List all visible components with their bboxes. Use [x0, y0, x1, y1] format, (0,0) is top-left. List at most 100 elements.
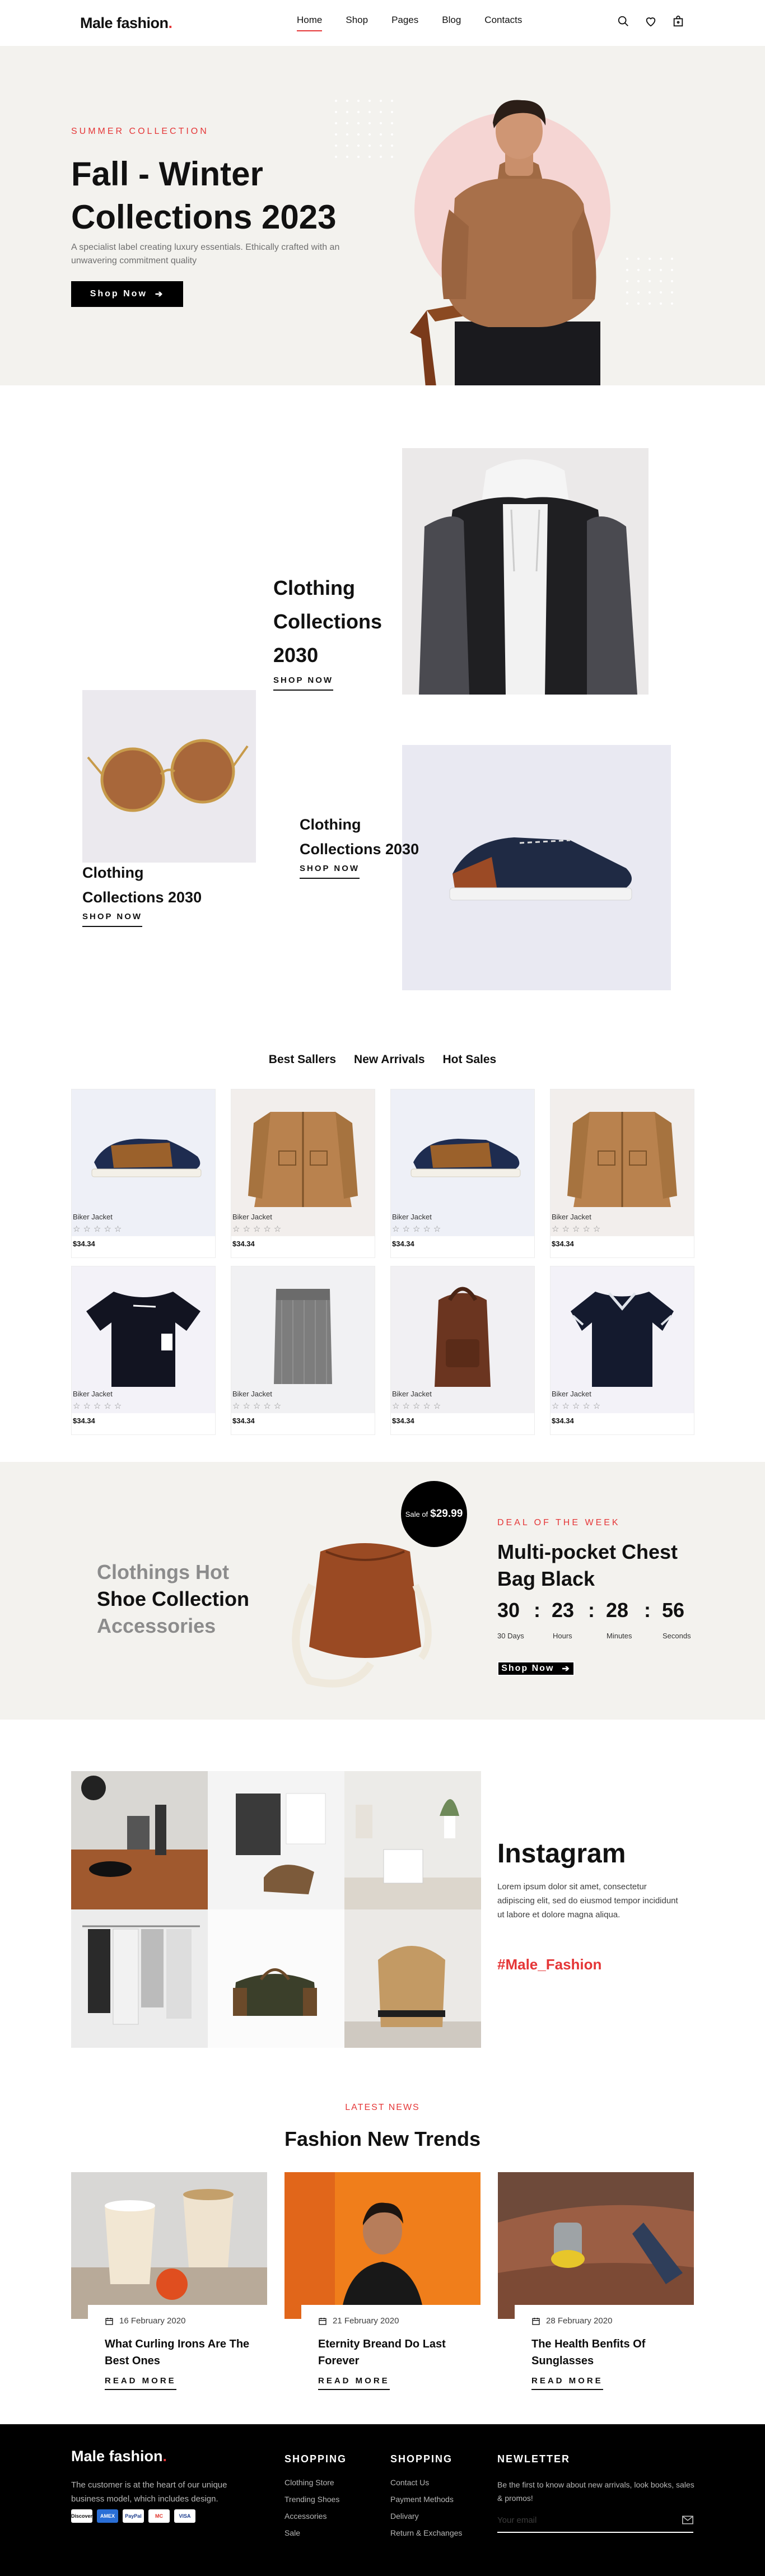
footer-link[interactable]: Sale: [284, 2524, 347, 2541]
discover-icon: Discover: [71, 2509, 92, 2523]
product-card[interactable]: Biker Jacket ☆☆☆☆☆ $34.34: [71, 1089, 216, 1258]
paypal-icon: PayPal: [123, 2509, 144, 2523]
product-card[interactable]: Biker Jacket ☆☆☆☆☆ $34.34: [231, 1089, 375, 1258]
news-card: 16 February 2020 What Curling Irons Are …: [71, 2172, 267, 2402]
footer-link[interactable]: Clothing Store: [284, 2474, 347, 2491]
instagram-photo[interactable]: [208, 1909, 344, 2048]
footer-about: The customer is at the heart of our uniq…: [71, 2480, 227, 2504]
category-shoes[interactable]: Shoe Collection: [97, 1586, 249, 1613]
newsletter-email-field[interactable]: Your email: [497, 2508, 693, 2533]
product-name[interactable]: Biker Jacket: [392, 1213, 432, 1221]
product-card[interactable]: Biker Jacket ☆☆☆☆☆ $34.34: [231, 1266, 375, 1435]
search-icon[interactable]: [617, 15, 629, 27]
heart-icon[interactable]: [645, 15, 657, 27]
banner-sneaker-image: [402, 745, 671, 990]
read-more-link[interactable]: READ MORE: [318, 2376, 390, 2390]
footer-link[interactable]: Payment Methods: [390, 2491, 462, 2508]
news-date: 28 February 2020: [531, 2316, 677, 2326]
nav-pages[interactable]: Pages: [391, 15, 418, 31]
nav-home[interactable]: Home: [297, 15, 323, 31]
product-card[interactable]: Biker Jacket ☆☆☆☆☆ $34.34: [390, 1266, 535, 1435]
banner-3-shop-now-link[interactable]: SHOP NOW: [300, 864, 360, 879]
footer-link[interactable]: Delivary: [390, 2508, 462, 2524]
product-name[interactable]: Biker Jacket: [232, 1213, 272, 1221]
product-name[interactable]: Biker Jacket: [73, 1213, 113, 1221]
tab-new-arrivals[interactable]: New Arrivals: [354, 1053, 425, 1066]
mastercard-icon: MC: [148, 2509, 170, 2523]
deal-title: Multi-pocket Chest Bag Black: [497, 1540, 678, 1590]
instagram-description: Lorem ipsum dolor sit amet, consectetur …: [497, 1882, 678, 1920]
sale-price: $29.99: [430, 1508, 463, 1520]
rating-stars: ☆☆☆☆☆: [232, 1401, 284, 1411]
nav-shop[interactable]: Shop: [346, 15, 368, 31]
calendar-icon: [319, 2317, 326, 2325]
news-image[interactable]: [498, 2172, 694, 2319]
product-name[interactable]: Biker Jacket: [552, 1213, 591, 1221]
category-accessories[interactable]: Accessories: [97, 1613, 249, 1639]
instagram-photo[interactable]: [71, 1909, 208, 2048]
instagram-photo[interactable]: [71, 1771, 208, 1909]
arrow-right-icon: ➔: [155, 290, 165, 299]
news-card: 28 February 2020 The Health Benfits Of S…: [498, 2172, 694, 2402]
banner-2-shop-now-link[interactable]: SHOP NOW: [82, 912, 143, 927]
news-image[interactable]: [71, 2172, 267, 2319]
footer-link[interactable]: Contact Us: [390, 2474, 462, 2491]
product-filter-tabs: Best Sallers New Arrivals Hot Sales: [0, 1053, 765, 1066]
hero-title: Fall - Winter Collections 2023: [71, 155, 337, 236]
product-name[interactable]: Biker Jacket: [73, 1390, 113, 1398]
tab-best-sellers[interactable]: Best Sallers: [269, 1053, 336, 1066]
banner-jacket-image: [402, 448, 649, 695]
product-card[interactable]: Biker Jacket ☆☆☆☆☆ $34.34: [550, 1266, 694, 1435]
rating-stars: ☆☆☆☆☆: [73, 1224, 125, 1234]
product-card[interactable]: Biker Jacket ☆☆☆☆☆ $34.34: [390, 1089, 535, 1258]
footer-link[interactable]: Trending Shoes: [284, 2491, 347, 2508]
newsletter-description: Be the first to know about new arrivals,…: [497, 2480, 694, 2503]
instagram-hashtag[interactable]: #Male_Fashion: [497, 1956, 601, 1973]
news-image[interactable]: [284, 2172, 481, 2319]
news-date: 16 February 2020: [105, 2316, 250, 2326]
instagram-photo[interactable]: [344, 1771, 481, 1909]
news-headline[interactable]: The Health Benfits Of Sunglasses: [531, 2336, 677, 2369]
product-name[interactable]: Biker Jacket: [552, 1390, 591, 1398]
news-info: 28 February 2020 The Health Benfits Of S…: [515, 2305, 694, 2400]
instagram-photo[interactable]: [344, 1909, 481, 2048]
news-headline[interactable]: What Curling Irons Are The Best Ones: [105, 2336, 250, 2369]
visa-icon: VISA: [174, 2509, 195, 2523]
product-name[interactable]: Biker Jacket: [392, 1390, 432, 1398]
deal-shop-now-label: Shop Now: [501, 1664, 554, 1673]
site-logo[interactable]: Male fashion.: [80, 15, 172, 32]
product-card[interactable]: Biker Jacket ☆☆☆☆☆ $34.34: [550, 1089, 694, 1258]
footer-logo[interactable]: Male fashion.: [71, 2448, 167, 2465]
product-price: $34.34: [392, 1417, 414, 1425]
read-more-link[interactable]: READ MORE: [105, 2376, 176, 2390]
banner-1-title: Clothing Collections 2030: [273, 576, 382, 667]
footer-link[interactable]: Accessories: [284, 2508, 347, 2524]
product-card[interactable]: Biker Jacket ☆☆☆☆☆ $34.34: [71, 1266, 216, 1435]
envelope-icon[interactable]: [682, 2516, 693, 2524]
nav-contacts[interactable]: Contacts: [484, 15, 522, 31]
rating-stars: ☆☆☆☆☆: [232, 1224, 284, 1234]
instagram-gallery: [71, 1771, 481, 2048]
nav-blog[interactable]: Blog: [442, 15, 461, 31]
news-info: 16 February 2020 What Curling Irons Are …: [88, 2305, 267, 2400]
banner-1-shop-now-link[interactable]: SHOP NOW: [273, 676, 334, 691]
countdown-label-minutes: Minutes: [607, 1632, 632, 1640]
read-more-link[interactable]: READ MORE: [531, 2376, 603, 2390]
instagram-photo[interactable]: [208, 1771, 344, 1909]
banner-2-text: Clothing Collections 2030 SHOP NOW: [82, 860, 217, 927]
bag-icon[interactable]: [672, 15, 684, 27]
site-header: Male fashion. Home Shop Pages Blog Conta…: [0, 0, 765, 46]
countdown-separator: :: [644, 1599, 651, 1622]
news-headline[interactable]: Eternity Breand Do Last Forever: [318, 2336, 464, 2369]
footer-link[interactable]: Return & Exchanges: [390, 2524, 462, 2541]
product-name[interactable]: Biker Jacket: [232, 1390, 272, 1398]
rating-stars: ☆☆☆☆☆: [552, 1401, 604, 1411]
category-clothings[interactable]: Clothings Hot: [97, 1559, 249, 1586]
tab-hot-sales[interactable]: Hot Sales: [443, 1053, 497, 1066]
banner-3-text: Clothing Collections 2030 SHOP NOW: [300, 812, 434, 879]
product-price: $34.34: [392, 1240, 414, 1248]
product-price: $34.34: [232, 1417, 255, 1425]
banner-1-text: Clothing Collections 2030 SHOP NOW: [273, 571, 408, 691]
deal-shop-now-button[interactable]: Shop Now ➔: [497, 1661, 575, 1676]
hero-shop-now-button[interactable]: Shop Now ➔: [71, 281, 183, 307]
